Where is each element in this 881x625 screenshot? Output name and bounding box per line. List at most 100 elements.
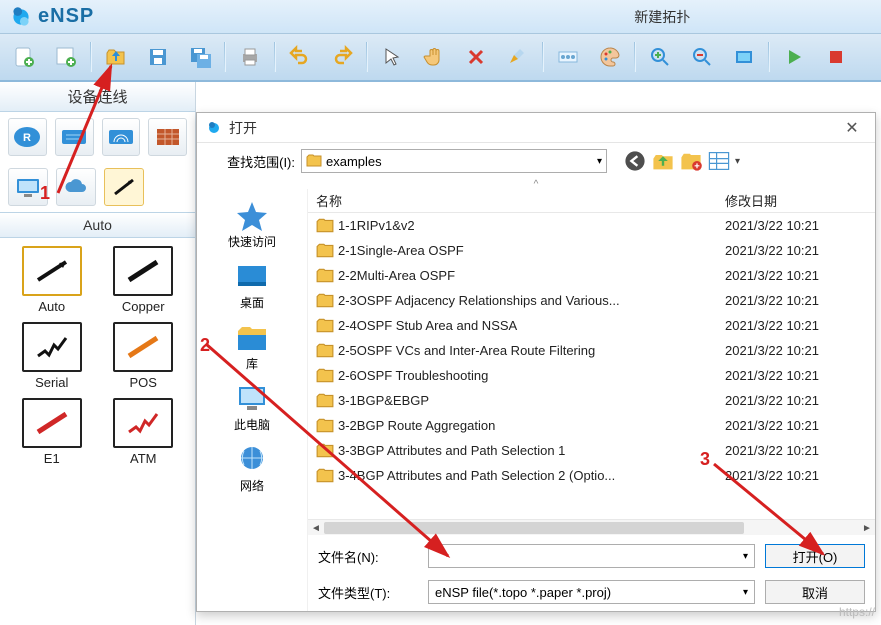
look-in-label: 查找范围(I):	[207, 152, 295, 171]
file-row[interactable]: 2-5OSPF VCs and Inter-Area Route Filteri…	[308, 338, 875, 363]
file-date: 2021/3/22 10:21	[725, 343, 875, 358]
place-quickaccess[interactable]: 快速访问	[207, 195, 297, 254]
file-row[interactable]: 3-3BGP Attributes and Path Selection 120…	[308, 438, 875, 463]
dev-wlan[interactable]	[102, 118, 141, 156]
tb-run-button[interactable]	[776, 39, 812, 75]
chevron-down-icon: ▾	[743, 587, 748, 598]
col-header-date[interactable]: 修改日期	[725, 191, 875, 210]
filename-input[interactable]: ▾	[428, 544, 755, 568]
dialog-close-button[interactable]: ✕	[837, 118, 867, 138]
file-name: 2-4OSPF Stub Area and NSSA	[338, 318, 725, 333]
tb-save-button[interactable]	[140, 39, 176, 75]
tb-new-topo-button[interactable]	[6, 39, 42, 75]
cable-copper[interactable]: Copper	[98, 242, 190, 318]
tb-new-project-button[interactable]	[48, 39, 84, 75]
nav-up-button[interactable]	[651, 149, 675, 173]
dev-pc[interactable]	[8, 168, 48, 206]
tb-zoom-fit-button[interactable]	[726, 39, 762, 75]
file-row[interactable]: 3-4BGP Attributes and Path Selection 2 (…	[308, 463, 875, 488]
filename-label: 文件名(N):	[318, 547, 418, 566]
file-name: 2-6OSPF Troubleshooting	[338, 368, 725, 383]
file-row[interactable]: 3-1BGP&EBGP2021/3/22 10:21	[308, 388, 875, 413]
tb-pan-button[interactable]	[416, 39, 452, 75]
dev-cloud[interactable]	[56, 168, 96, 206]
file-row[interactable]: 2-4OSPF Stub Area and NSSA2021/3/22 10:2…	[308, 313, 875, 338]
file-row[interactable]: 3-2BGP Route Aggregation2021/3/22 10:21	[308, 413, 875, 438]
tb-text-button[interactable]	[550, 39, 586, 75]
svg-text:R: R	[23, 132, 31, 144]
file-row[interactable]: 2-1Single-Area OSPF2021/3/22 10:21	[308, 238, 875, 263]
file-name: 3-1BGP&EBGP	[338, 393, 725, 408]
dev-router[interactable]: R	[8, 118, 47, 156]
chevron-down-icon: ▾	[743, 551, 748, 562]
folder-icon	[316, 393, 334, 409]
file-name: 2-1Single-Area OSPF	[338, 243, 725, 258]
tb-redo-button[interactable]	[324, 39, 360, 75]
filetype-label: 文件类型(T):	[318, 583, 418, 602]
place-libraries[interactable]: 库	[207, 317, 297, 376]
cable-atm[interactable]: ATM	[98, 394, 190, 470]
folder-icon	[316, 243, 334, 259]
tb-saveas-button[interactable]	[182, 39, 218, 75]
dev-firewall[interactable]	[148, 118, 187, 156]
file-date: 2021/3/22 10:21	[725, 293, 875, 308]
folder-icon	[316, 268, 334, 284]
look-in-combo[interactable]: examples ▾	[301, 149, 607, 173]
open-button[interactable]: 打开(O)	[765, 544, 865, 568]
tb-delete-button[interactable]	[458, 39, 494, 75]
file-name: 3-4BGP Attributes and Path Selection 2 (…	[338, 468, 725, 483]
file-date: 2021/3/22 10:21	[725, 268, 875, 283]
tb-undo-button[interactable]	[282, 39, 318, 75]
open-dialog: 打开 ✕ 查找范围(I): examples ▾ ▾ ^ 快速访问 桌面 库 此…	[196, 112, 876, 612]
folder-icon	[306, 153, 322, 169]
scroll-left-icon[interactable]: ◄	[308, 520, 324, 536]
tb-broom-button[interactable]	[500, 39, 536, 75]
nav-viewmode-button[interactable]	[707, 149, 731, 173]
file-row[interactable]: 1-1RIPv1&v22021/3/22 10:21	[308, 213, 875, 238]
dev-switch[interactable]	[55, 118, 94, 156]
cable-pos[interactable]: POS	[98, 318, 190, 394]
cable-serial[interactable]: Serial	[6, 318, 98, 394]
file-date: 2021/3/22 10:21	[725, 318, 875, 333]
file-date: 2021/3/22 10:21	[725, 393, 875, 408]
dev-connection[interactable]	[104, 168, 144, 206]
scroll-right-icon[interactable]: ►	[859, 520, 875, 536]
scroll-thumb[interactable]	[324, 522, 744, 534]
place-network[interactable]: 网络	[207, 439, 297, 498]
dialog-title: 打开	[229, 118, 257, 138]
chevron-down-icon: ▾	[735, 156, 740, 167]
tb-palette-button[interactable]	[592, 39, 628, 75]
tb-zoom-out-button[interactable]	[684, 39, 720, 75]
place-thispc[interactable]: 此电脑	[207, 378, 297, 437]
file-name: 2-2Multi-Area OSPF	[338, 268, 725, 283]
nav-newfolder-button[interactable]	[679, 149, 703, 173]
file-name: 2-5OSPF VCs and Inter-Area Route Filteri…	[338, 343, 725, 358]
file-row[interactable]: 2-6OSPF Troubleshooting2021/3/22 10:21	[308, 363, 875, 388]
filetype-select[interactable]: eNSP file(*.topo *.paper *.proj)▾	[428, 580, 755, 604]
header-resize-caret: ^	[197, 179, 875, 189]
cancel-button[interactable]: 取消	[765, 580, 865, 604]
folder-icon	[316, 368, 334, 384]
panel-subtitle-auto: Auto	[0, 212, 195, 238]
file-date: 2021/3/22 10:21	[725, 443, 875, 458]
nav-back-button[interactable]	[623, 149, 647, 173]
cable-auto[interactable]: Auto	[6, 242, 98, 318]
chevron-down-icon: ▾	[597, 156, 602, 167]
col-header-name[interactable]: 名称	[308, 191, 725, 210]
tb-pointer-button[interactable]	[374, 39, 410, 75]
file-row[interactable]: 2-3OSPF Adjacency Relationships and Vari…	[308, 288, 875, 313]
file-date: 2021/3/22 10:21	[725, 243, 875, 258]
horizontal-scrollbar[interactable]: ◄ ►	[308, 519, 875, 535]
file-date: 2021/3/22 10:21	[725, 368, 875, 383]
tb-print-button[interactable]	[232, 39, 268, 75]
folder-icon	[316, 218, 334, 234]
tb-zoom-in-button[interactable]	[642, 39, 678, 75]
place-desktop[interactable]: 桌面	[207, 256, 297, 315]
tb-stop-button[interactable]	[818, 39, 854, 75]
file-name: 3-3BGP Attributes and Path Selection 1	[338, 443, 725, 458]
cable-e1[interactable]: E1	[6, 394, 98, 470]
tb-open-button[interactable]	[98, 39, 134, 75]
dialog-app-icon	[205, 119, 223, 137]
file-date: 2021/3/22 10:21	[725, 468, 875, 483]
file-row[interactable]: 2-2Multi-Area OSPF2021/3/22 10:21	[308, 263, 875, 288]
